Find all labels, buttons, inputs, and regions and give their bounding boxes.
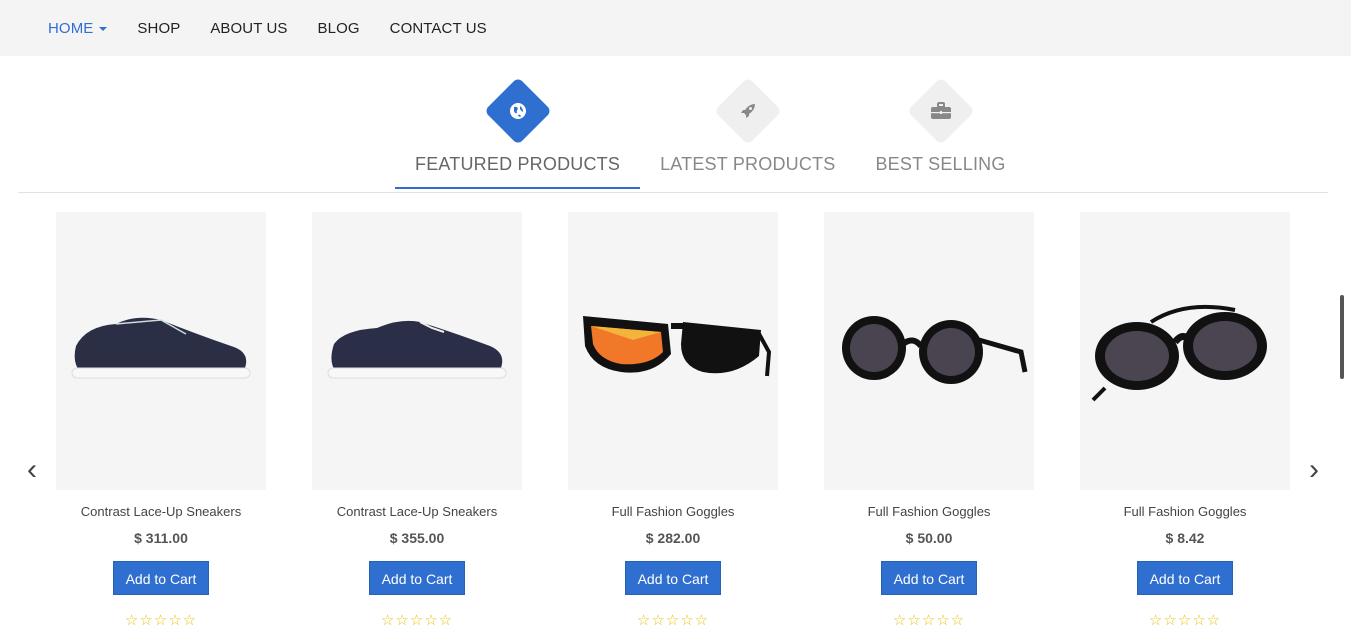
product-name[interactable]: Contrast Lace-Up Sneakers xyxy=(56,504,266,519)
tab-label: FEATURED PRODUCTS xyxy=(395,154,641,189)
product-image-steampunk-goggles[interactable] xyxy=(1080,212,1290,490)
caret-down-icon xyxy=(99,27,108,31)
product-card: Contrast Lace-Up Sneakers $ 355.00 Add t… xyxy=(312,212,522,629)
star-rating[interactable]: ☆☆☆☆☆ xyxy=(312,611,522,629)
add-to-cart-button[interactable]: Add to Cart xyxy=(624,561,722,595)
product-price: $ 50.00 xyxy=(905,530,953,546)
product-name[interactable]: Contrast Lace-Up Sneakers xyxy=(312,504,522,519)
nav-item-label: ABOUT US xyxy=(210,19,288,37)
nav-item-label: CONTACT US xyxy=(389,19,487,37)
add-to-cart-button[interactable]: Add to Cart xyxy=(1136,561,1234,595)
add-to-cart-button[interactable]: Add to Cart xyxy=(112,561,210,595)
add-to-cart-button[interactable]: Add to Cart xyxy=(880,561,978,595)
product-name[interactable]: Full Fashion Goggles xyxy=(1080,504,1290,519)
rocket-icon xyxy=(713,76,783,146)
product-card: Full Fashion Goggles $ 282.00 Add to Car… xyxy=(568,212,778,629)
top-navigation: HOME SHOP ABOUT US BLOG CONTACT US xyxy=(0,0,1351,56)
star-rating[interactable]: ☆☆☆☆☆ xyxy=(568,611,778,629)
tab-best-selling[interactable]: BEST SELLING xyxy=(855,76,1025,189)
product-tabs: FEATURED PRODUCTS LATEST PRODUCTS BEST S… xyxy=(395,76,1026,189)
globe-icon xyxy=(483,76,553,146)
product-name[interactable]: Full Fashion Goggles xyxy=(824,504,1034,519)
product-price: $ 355.00 xyxy=(389,530,445,546)
nav-item-shop[interactable]: SHOP xyxy=(137,20,180,37)
tab-icon-badge xyxy=(483,76,553,146)
product-card: Full Fashion Goggles $ 50.00 Add to Cart… xyxy=(824,212,1034,629)
product-image-round-sunglasses[interactable] xyxy=(824,212,1034,490)
product-price: $ 282.00 xyxy=(645,530,701,546)
tab-icon-badge xyxy=(906,76,976,146)
star-rating[interactable]: ☆☆☆☆☆ xyxy=(824,611,1034,629)
product-card: Contrast Lace-Up Sneakers $ 311.00 Add t… xyxy=(56,212,266,629)
tab-label: LATEST PRODUCTS xyxy=(660,154,836,174)
nav-item-contact-us[interactable]: CONTACT US xyxy=(390,20,487,37)
product-image-wayfarer-sunglasses[interactable] xyxy=(568,212,778,490)
star-rating[interactable]: ☆☆☆☆☆ xyxy=(56,611,266,629)
chevron-right-icon[interactable]: › xyxy=(1304,455,1324,485)
product-image-sneaker[interactable] xyxy=(312,212,522,490)
product-carousel: ‹ Contrast Lace-Up Sneakers $ 311.00 Add… xyxy=(0,212,1351,643)
product-card: Full Fashion Goggles $ 8.42 Add to Cart … xyxy=(1080,212,1290,629)
add-to-cart-button[interactable]: Add to Cart xyxy=(368,561,466,595)
nav-item-blog[interactable]: BLOG xyxy=(318,20,360,37)
nav-item-about-us[interactable]: ABOUT US xyxy=(210,20,287,37)
scrollbar-thumb[interactable] xyxy=(1340,295,1344,379)
product-price: $ 8.42 xyxy=(1165,530,1205,546)
briefcase-icon xyxy=(906,76,976,146)
tab-label: BEST SELLING xyxy=(875,154,1006,174)
tab-latest-products[interactable]: LATEST PRODUCTS xyxy=(640,76,855,189)
product-price: $ 311.00 xyxy=(134,530,188,546)
tab-featured-products[interactable]: FEATURED PRODUCTS xyxy=(395,76,641,189)
tab-divider xyxy=(18,192,1328,193)
nav-item-label: BLOG xyxy=(317,19,360,37)
star-rating[interactable]: ☆☆☆☆☆ xyxy=(1080,611,1290,629)
tab-icon-badge xyxy=(713,76,783,146)
nav-item-home[interactable]: HOME xyxy=(48,19,108,37)
product-name[interactable]: Full Fashion Goggles xyxy=(568,504,778,519)
nav-item-label: SHOP xyxy=(137,19,181,37)
product-image-sneaker[interactable] xyxy=(56,212,266,490)
nav-item-label: HOME xyxy=(48,19,94,37)
chevron-left-icon[interactable]: ‹ xyxy=(22,455,42,485)
